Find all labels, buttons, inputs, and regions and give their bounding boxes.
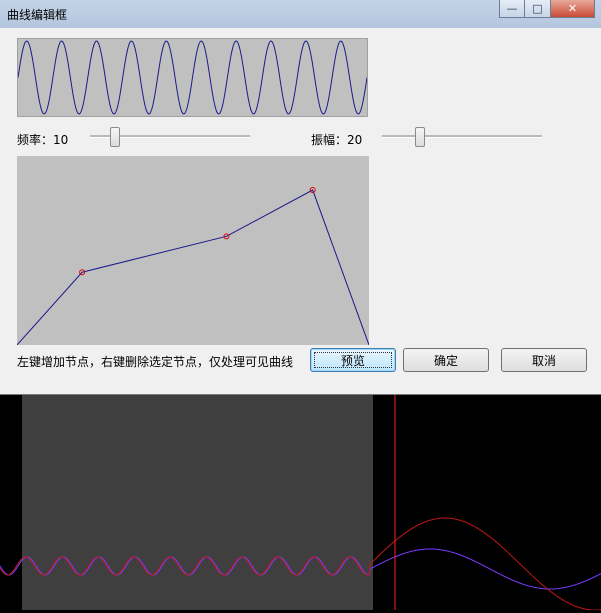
amplitude-slider[interactable]: [382, 127, 542, 147]
wave-preview-plot: [17, 40, 368, 115]
frequency-label: 频率：10: [17, 133, 69, 147]
curve-editor-canvas[interactable]: [16, 156, 370, 346]
cancel-button-label: 取消: [531, 353, 556, 368]
selection-region[interactable]: [22, 395, 373, 610]
preview-button[interactable]: 预览: [310, 348, 396, 372]
maximize-button[interactable]: □: [525, 0, 551, 18]
maximize-icon: □: [532, 2, 543, 15]
title-bar[interactable]: 曲线编辑框 — □ ✕: [0, 0, 601, 28]
envelope-line: [16, 189, 370, 346]
caption-buttons: — □ ✕: [499, 0, 595, 20]
waveform-view[interactable]: [0, 395, 601, 611]
ok-button[interactable]: 确定: [403, 348, 489, 372]
wave-preview: [17, 38, 368, 117]
frequency-slider-thumb[interactable]: [110, 127, 120, 147]
window-title: 曲线编辑框: [7, 8, 68, 22]
amplitude-label: 振幅：20: [311, 133, 363, 147]
preview-button-label: 预览: [340, 353, 365, 368]
sine-wave-line: [17, 40, 368, 115]
waveform-canvas: [0, 395, 601, 611]
close-button[interactable]: ✕: [551, 0, 595, 18]
amplitude-slider-track: [382, 135, 542, 138]
ok-button-label: 确定: [433, 353, 458, 368]
frequency-slider[interactable]: [90, 127, 250, 147]
envelope-curve: [16, 187, 370, 346]
minimize-button[interactable]: —: [499, 0, 525, 18]
instruction-text: 左键增加节点，右键删除选定节点，仅处理可见曲线: [17, 355, 294, 369]
cancel-button[interactable]: 取消: [501, 348, 587, 372]
minimize-icon: —: [506, 2, 518, 15]
amplitude-slider-thumb[interactable]: [415, 127, 425, 147]
curve-editor-dialog: 曲线编辑框 — □ ✕ 频率：10 振幅：20 左键增加节点，右键删除选定节点，…: [0, 0, 601, 395]
close-icon: ✕: [567, 2, 578, 15]
frequency-value: 10: [53, 133, 69, 147]
amplitude-value: 20: [347, 133, 363, 147]
